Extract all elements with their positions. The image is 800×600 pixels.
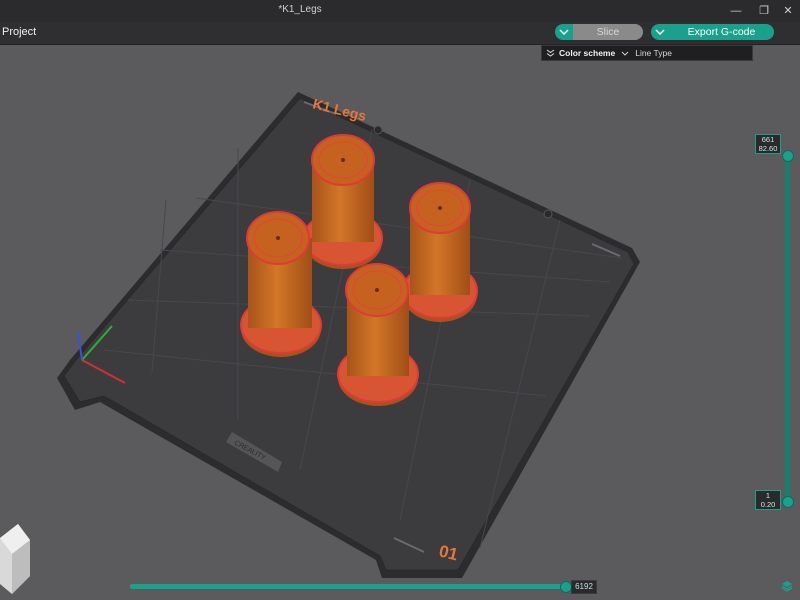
title-bar: *K1_Legs — ❐ ✕ <box>0 0 800 22</box>
layer-slider-top-handle[interactable] <box>782 150 794 162</box>
export-gcode-button[interactable]: Export G-code file <box>651 24 774 40</box>
bottom-layer-number: 1 <box>765 491 771 500</box>
window-title: *K1_Legs <box>278 4 322 15</box>
layer-slider-bottom-handle[interactable] <box>782 496 794 508</box>
close-icon[interactable]: ✕ <box>776 2 800 20</box>
minimize-icon[interactable]: — <box>724 2 748 20</box>
top-layer-number: 661 <box>761 135 775 144</box>
3d-viewport[interactable]: CREALITY K1 Legs 01 <box>0 45 800 600</box>
bottom-layer-height: 0.20 <box>760 500 776 509</box>
move-slider-value: 6192 <box>571 580 597 594</box>
model-leg[interactable] <box>303 134 383 269</box>
model-leg[interactable] <box>240 211 322 357</box>
menu-project[interactable]: Project <box>2 26 36 38</box>
chevron-down-icon[interactable] <box>555 24 573 40</box>
layer-slider-top-value: 661 82.60 <box>755 134 781 154</box>
slice-plate-label[interactable]: Slice plate <box>573 24 643 40</box>
plate-pin <box>543 209 553 219</box>
plate-pin <box>373 125 383 135</box>
layer-slider-bottom-value: 1 0.20 <box>755 490 781 510</box>
chevron-down-icon[interactable] <box>651 24 669 40</box>
slice-plate-button[interactable]: Slice plate <box>555 24 643 40</box>
export-gcode-label[interactable]: Export G-code file <box>669 24 774 40</box>
move-slider-track[interactable] <box>130 584 566 589</box>
model-leg[interactable] <box>337 263 419 406</box>
restore-icon[interactable]: ❐ <box>752 2 776 20</box>
layers-icon[interactable] <box>781 580 793 592</box>
view-cube[interactable] <box>0 524 30 600</box>
top-layer-height: 82.60 <box>758 144 778 153</box>
layer-slider-track[interactable] <box>785 152 790 502</box>
model-leg[interactable] <box>402 182 478 322</box>
